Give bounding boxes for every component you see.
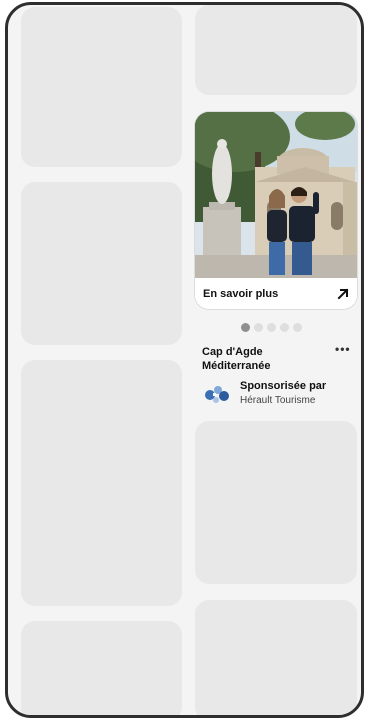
placeholder-pin[interactable] <box>195 600 357 715</box>
placeholder-pin[interactable] <box>21 7 182 167</box>
carousel-dot-active[interactable] <box>241 323 250 332</box>
carousel-dot[interactable] <box>293 323 302 332</box>
carousel-dot[interactable] <box>280 323 289 332</box>
pin-photo[interactable] <box>195 112 357 278</box>
more-options-icon[interactable]: ••• <box>335 343 351 355</box>
sponsor-logo <box>205 386 229 403</box>
learn-more-label: En savoir plus <box>203 287 279 300</box>
phone-frame: En savoir plus Cap d'Agde Méditerranée •… <box>5 2 364 718</box>
placeholder-pin[interactable] <box>21 360 182 606</box>
carousel-dot[interactable] <box>267 323 276 332</box>
placeholder-pin[interactable] <box>21 182 182 345</box>
carousel-indicator <box>241 323 302 332</box>
placeholder-pin[interactable] <box>195 421 357 584</box>
sponsor-name[interactable]: Hérault Tourisme <box>240 395 315 406</box>
pin-title[interactable]: Cap d'Agde Méditerranée <box>202 345 322 373</box>
sponsor-info[interactable]: Sponsorisée par Hérault Tourisme <box>202 378 361 410</box>
arrow-up-right-icon <box>337 288 349 299</box>
placeholder-pin[interactable] <box>195 5 357 95</box>
learn-more-button[interactable]: En savoir plus <box>195 278 357 309</box>
sponsored-pin-card[interactable]: En savoir plus <box>195 112 357 309</box>
sponsored-label: Sponsorisée par <box>240 380 327 392</box>
carousel-dot[interactable] <box>254 323 263 332</box>
placeholder-pin[interactable] <box>21 621 182 715</box>
